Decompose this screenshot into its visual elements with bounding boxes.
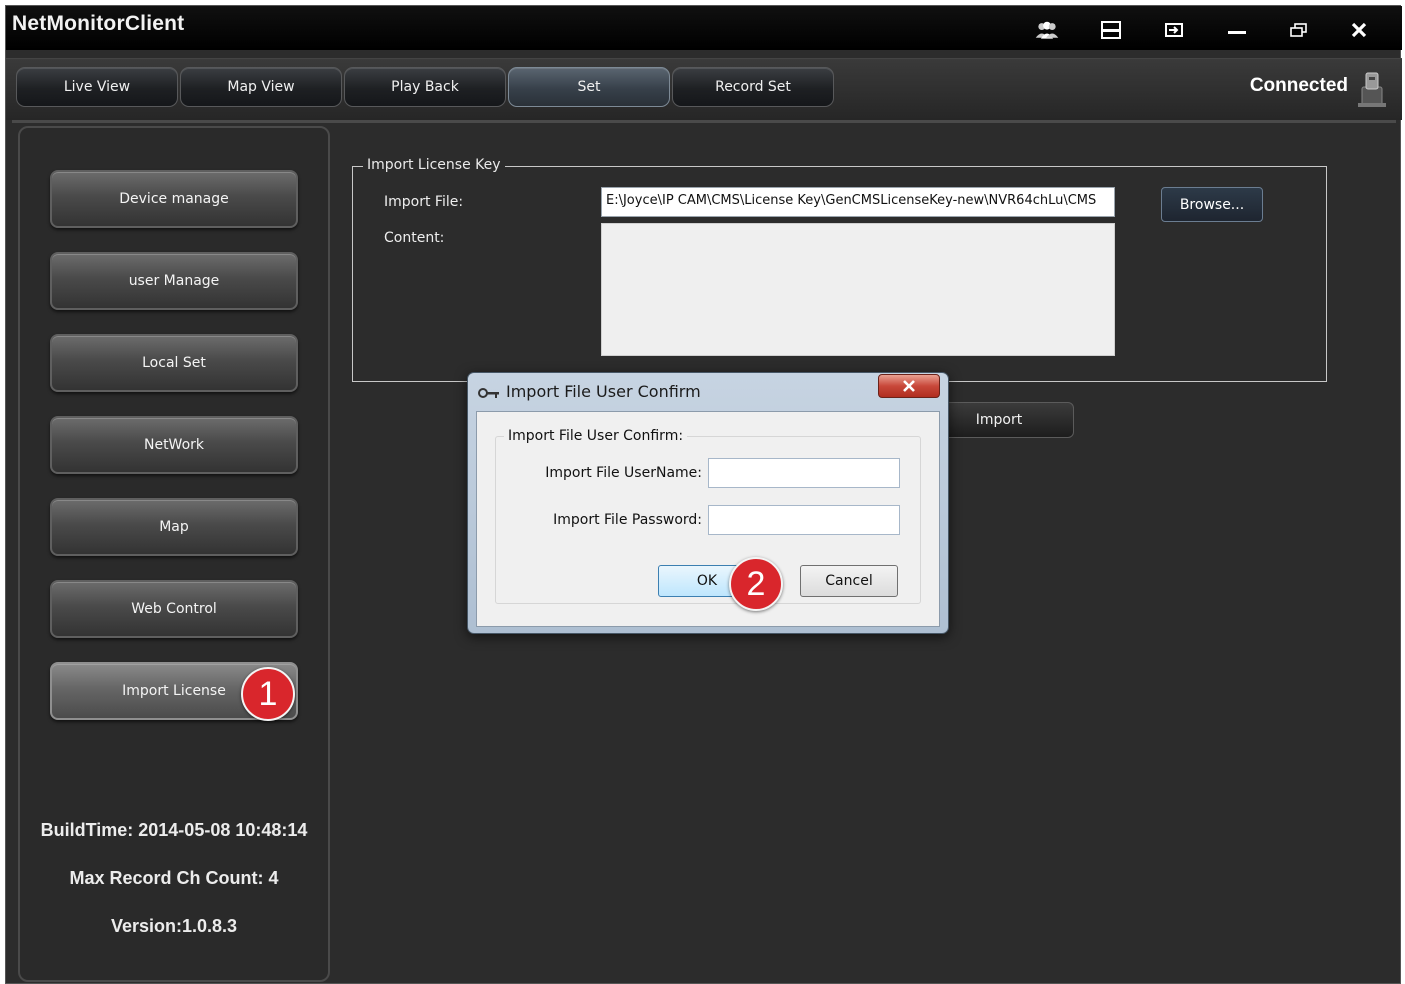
username-input[interactable] xyxy=(708,458,900,488)
tab-record-set[interactable]: Record Set xyxy=(672,67,834,107)
close-icon[interactable] xyxy=(1346,19,1372,41)
content-label: Content: xyxy=(384,230,445,246)
dialog-title-bar[interactable]: Import File User Confirm xyxy=(468,373,948,409)
tab-set[interactable]: Set xyxy=(508,67,670,107)
tab-live-view[interactable]: Live View xyxy=(16,67,178,107)
settings-sidebar: Device manage user Manage Local Set NetW… xyxy=(18,126,330,982)
title-bar: NetMonitorClient xyxy=(6,6,1402,50)
tab-map-view[interactable]: Map View xyxy=(180,67,342,107)
password-input[interactable] xyxy=(708,505,900,535)
import-file-label: Import File: xyxy=(384,194,464,210)
restore-icon[interactable] xyxy=(1286,19,1312,41)
dialog-body: Import File User Confirm: Import File Us… xyxy=(476,411,940,627)
users-icon[interactable] xyxy=(1034,19,1060,41)
import-file-field[interactable]: E:\Joyce\IP CAM\CMS\License Key\GenCMSLi… xyxy=(601,187,1115,217)
network-status-icon xyxy=(1356,69,1388,109)
step-2-badge: 2 xyxy=(729,557,783,611)
sidebar-item-map[interactable]: Map xyxy=(50,498,298,556)
dialog-group-title: Import File User Confirm: xyxy=(504,428,688,444)
step-1-badge: 1 xyxy=(241,667,295,721)
dialog-close-button[interactable] xyxy=(878,374,940,398)
import-license-group: Import License Key Import File: E:\Joyce… xyxy=(352,157,1327,382)
dialog-title: Import File User Confirm xyxy=(506,382,701,401)
content-textarea[interactable] xyxy=(601,223,1115,356)
close-icon xyxy=(903,380,915,392)
sidebar-item-local-set[interactable]: Local Set xyxy=(50,334,298,392)
dialog-group: Import File User Confirm: Import File Us… xyxy=(495,428,921,604)
tab-play-back[interactable]: Play Back xyxy=(344,67,506,107)
username-label: Import File UserName: xyxy=(545,465,702,481)
import-confirm-dialog: Import File User Confirm Import File Use… xyxy=(467,372,949,634)
sidebar-item-device-manage[interactable]: Device manage xyxy=(50,170,298,228)
version: Version:1.0.8.3 xyxy=(110,916,238,936)
cancel-button[interactable]: Cancel xyxy=(800,565,898,597)
app-window: NetMonitorClient Live View Map View Play… xyxy=(5,5,1402,984)
sidebar-item-web-control[interactable]: Web Control xyxy=(50,580,298,638)
app-title: NetMonitorClient xyxy=(12,12,185,35)
sidebar-item-network[interactable]: NetWork xyxy=(50,416,298,474)
exit-icon[interactable] xyxy=(1161,19,1187,41)
minimize-icon[interactable] xyxy=(1224,19,1250,41)
key-icon xyxy=(478,385,500,399)
main-nav: Live View Map View Play Back Set Record … xyxy=(6,58,1402,120)
connection-status: Connected xyxy=(1249,75,1348,96)
build-time: BuildTime: 2014-05-08 10:48:14 xyxy=(40,820,308,840)
password-label: Import File Password: xyxy=(553,512,702,528)
nav-separator xyxy=(12,120,1396,123)
max-record-count: Max Record Ch Count: 4 xyxy=(69,868,279,888)
sidebar-item-user-manage[interactable]: user Manage xyxy=(50,252,298,310)
browse-button[interactable]: Browse... xyxy=(1161,187,1263,222)
layout-icon[interactable] xyxy=(1098,19,1124,41)
import-license-group-title: Import License Key xyxy=(363,157,505,173)
